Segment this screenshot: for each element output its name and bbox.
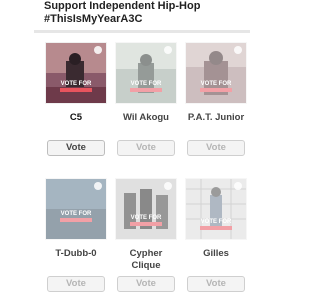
artist-name: T-Dubb-0 xyxy=(55,248,97,259)
artist-card-cypher-clique: VOTE FOR Cypher Clique Vote xyxy=(114,178,178,292)
svg-text:VOTE FOR: VOTE FOR xyxy=(201,81,232,87)
page-title-hashtag: #ThisIsMyYearA3C xyxy=(44,13,143,25)
artist-card-gilles: VOTE FOR Gilles Vote xyxy=(184,178,248,292)
artist-name: P.A.T. Junior xyxy=(187,112,245,123)
vote-button-cypher-clique[interactable]: Vote xyxy=(117,276,175,292)
svg-text:VOTE FOR: VOTE FOR xyxy=(61,81,92,87)
artist-card-c5: VOTE FOR C5 Vote xyxy=(44,42,108,156)
svg-text:VOTE FOR: VOTE FOR xyxy=(201,219,232,225)
artist-card-pat-junior: VOTE FOR P.A.T. Junior Vote xyxy=(184,42,248,156)
artist-card-wil-akogu: VOTE FOR Wil Akogu Vote xyxy=(114,42,178,156)
artist-photo: VOTE FOR xyxy=(115,42,177,104)
artist-photo: VOTE FOR xyxy=(185,42,247,104)
artist-photo: VOTE FOR xyxy=(115,178,177,240)
vote-button-gilles[interactable]: Vote xyxy=(187,276,245,292)
svg-text:VOTE FOR: VOTE FOR xyxy=(61,211,92,217)
artist-card-t-dubb-0: VOTE FOR T-Dubb-0 Vote xyxy=(44,178,108,292)
vote-button-c5[interactable]: Vote xyxy=(47,140,105,156)
vote-button-pat-junior[interactable]: Vote xyxy=(187,140,245,156)
artist-photo: VOTE FOR xyxy=(45,42,107,104)
artist-name: Cypher Clique xyxy=(129,248,163,271)
svg-text:VOTE FOR: VOTE FOR xyxy=(131,81,162,87)
artist-photo: VOTE FOR xyxy=(185,178,247,240)
header-divider xyxy=(34,30,250,33)
page-title: Support Independent Hip-Hop #ThisIsMyYea… xyxy=(44,0,300,26)
artist-photo: VOTE FOR xyxy=(45,178,107,240)
svg-text:VOTE FOR: VOTE FOR xyxy=(131,215,162,221)
artist-name: Wil Akogu xyxy=(122,112,169,123)
page-title-line1: Support Independent Hip-Hop xyxy=(44,0,201,12)
artist-name: Gilles xyxy=(203,248,229,259)
artist-name: C5 xyxy=(69,112,83,123)
vote-button-t-dubb-0[interactable]: Vote xyxy=(47,276,105,292)
vote-button-wil-akogu[interactable]: Vote xyxy=(117,140,175,156)
